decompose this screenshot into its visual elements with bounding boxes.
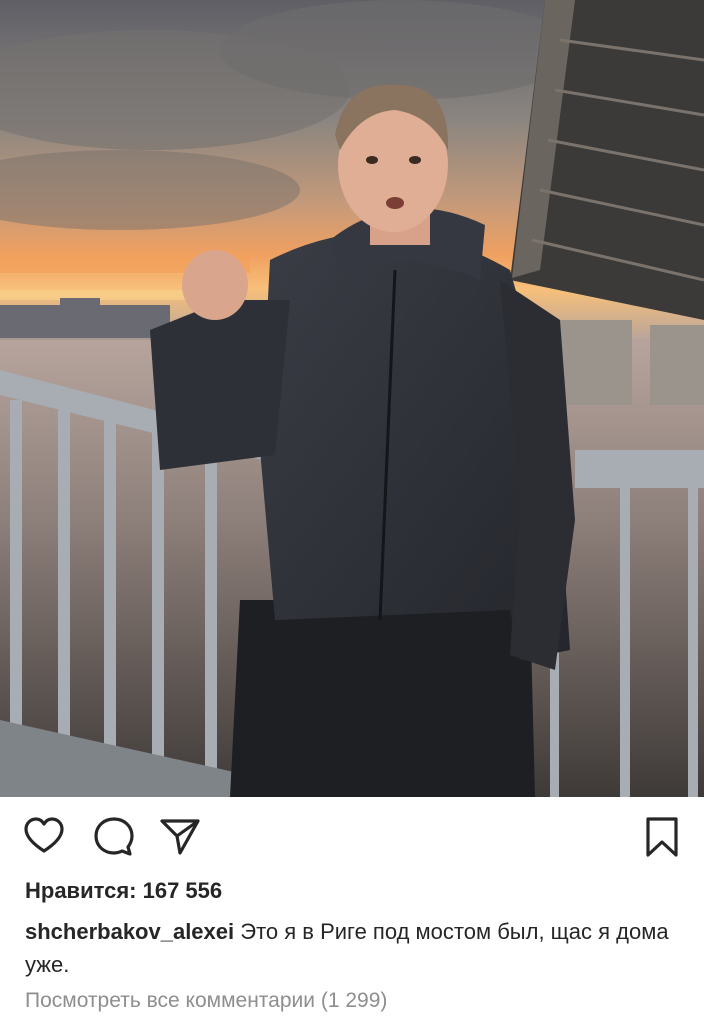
heart-icon[interactable] (22, 815, 66, 859)
likes-count[interactable]: Нравится: 167 556 (25, 878, 222, 904)
caption-username[interactable]: shcherbakov_alexei (25, 919, 234, 944)
post-action-bar (0, 797, 704, 877)
post-image (0, 0, 704, 797)
post-photo[interactable] (0, 0, 704, 797)
view-all-comments-link[interactable]: Посмотреть все комментарии (1 299) (25, 989, 387, 1013)
comment-icon[interactable] (92, 815, 136, 859)
send-icon[interactable] (158, 815, 202, 859)
bookmark-icon[interactable] (640, 815, 684, 859)
post-caption: shcherbakov_alexei Это я в Риге под мост… (25, 915, 685, 981)
